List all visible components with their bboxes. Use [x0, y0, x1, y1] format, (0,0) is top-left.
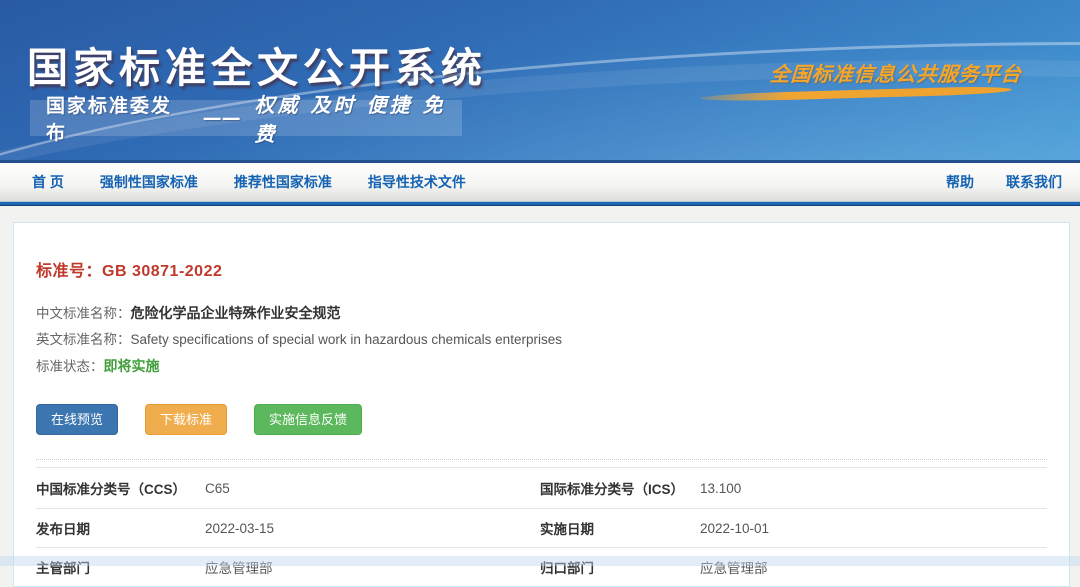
standard-fields: 中文标准名称：危险化学品企业特殊作业安全规范 英文标准名称：Safety spe… [36, 300, 1047, 380]
publish-date-label: 发布日期 [36, 518, 205, 538]
ics-value: 13.100 [700, 481, 1047, 496]
standard-number-value: GB 30871-2022 [102, 263, 222, 280]
status-line: 标准状态：即将实施 [36, 353, 1047, 380]
nav-item-home[interactable]: 首 页 [32, 172, 64, 192]
ccs-label: 中国标准分类号（CCS） [36, 478, 205, 498]
table-row: 中国标准分类号（CCS） C65 国际标准分类号（ICS） 13.100 [36, 468, 1047, 509]
cn-name-value: 危险化学品企业特殊作业安全规范 [131, 305, 341, 321]
publish-date-value: 2022-03-15 [205, 521, 540, 536]
dotted-separator [36, 459, 1047, 460]
platform-underline-stroke [700, 86, 1012, 103]
en-name-value: Safety specifications of special work in… [131, 332, 562, 347]
subtitle-dash: —— [203, 107, 241, 129]
standard-detail-card: 标准号：GB 30871-2022 中文标准名称：危险化学品企业特殊作业安全规范… [13, 222, 1070, 587]
table-row: 发布日期 2022-03-15 实施日期 2022-10-01 [36, 509, 1047, 548]
cn-name-line: 中文标准名称：危险化学品企业特殊作业安全规范 [36, 300, 1047, 327]
nav-item-mandatory-standards[interactable]: 强制性国家标准 [100, 172, 198, 192]
download-standard-button[interactable]: 下载标准 [145, 404, 227, 435]
subtitle-slogan: 权威 及时 便捷 免费 [255, 89, 462, 147]
nav-item-help[interactable]: 帮助 [946, 172, 974, 192]
ics-label: 国际标准分类号（ICS） [540, 478, 700, 498]
nav-item-contact-us[interactable]: 联系我们 [1006, 172, 1062, 192]
standard-number-label: 标准号： [36, 263, 102, 280]
table-row: 主管部门 应急管理部 归口部门 应急管理部 [36, 548, 1047, 586]
standard-number-line: 标准号：GB 30871-2022 [36, 257, 1047, 281]
page-body: 标准号：GB 30871-2022 中文标准名称：危险化学品企业特殊作业安全规范… [0, 206, 1080, 587]
nav-right-group: 帮助 联系我们 [914, 172, 1062, 192]
status-label: 标准状态： [36, 359, 104, 374]
platform-logo-text: 全国标准信息公共服务平台 [769, 58, 1021, 87]
subtitle-publisher: 国家标准委发布 [46, 91, 189, 145]
status-badge: 即将实施 [104, 358, 160, 374]
next-row-tint-strip [0, 556, 1080, 566]
implement-date-label: 实施日期 [540, 518, 700, 538]
online-preview-button[interactable]: 在线预览 [36, 404, 118, 435]
site-banner: 国家标准全文公开系统 国家标准委发布 —— 权威 及时 便捷 免费 全国标准信息… [0, 0, 1080, 160]
en-name-label: 英文标准名称： [36, 332, 131, 347]
nav-item-recommended-standards[interactable]: 推荐性国家标准 [234, 172, 332, 192]
nav-item-guiding-documents[interactable]: 指导性技术文件 [368, 172, 466, 192]
ccs-value: C65 [205, 481, 540, 496]
standard-info-table: 中国标准分类号（CCS） C65 国际标准分类号（ICS） 13.100 发布日… [36, 467, 1047, 586]
cn-name-label: 中文标准名称： [36, 306, 131, 321]
action-buttons: 在线预览 下载标准 实施信息反馈 [36, 404, 1047, 435]
site-title: 国家标准全文公开系统 [27, 34, 487, 94]
main-navigation: 首 页 强制性国家标准 推荐性国家标准 指导性技术文件 帮助 联系我们 [0, 163, 1080, 201]
implement-date-value: 2022-10-01 [700, 521, 1047, 536]
banner-subtitle-band: 国家标准委发布 —— 权威 及时 便捷 免费 [30, 100, 462, 136]
en-name-line: 英文标准名称：Safety specifications of special … [36, 327, 1047, 353]
implementation-feedback-button[interactable]: 实施信息反馈 [254, 404, 362, 435]
